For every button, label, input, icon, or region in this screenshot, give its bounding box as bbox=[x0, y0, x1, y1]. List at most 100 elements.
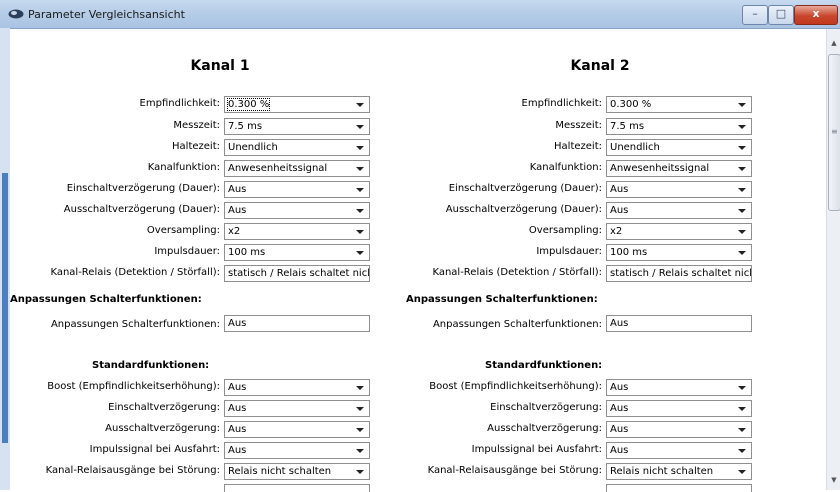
scrollbar-thumb[interactable]: ≡ bbox=[828, 54, 840, 211]
vertical-scrollbar[interactable]: ▲ ≡ ▼ bbox=[826, 29, 840, 490]
ch2-hold-time-label: Haltezeit: bbox=[554, 141, 602, 152]
ch1-pulse-exit-value: Aus bbox=[228, 445, 247, 456]
ch1-hold-time-select[interactable]: Unendlich bbox=[224, 139, 370, 156]
ch2-std-on-delay-value: Aus bbox=[610, 403, 629, 414]
ch1-pulse-duration-label: Impulsdauer: bbox=[154, 246, 220, 257]
minimize-button[interactable]: – bbox=[742, 5, 768, 25]
ch2-channel-function-value: Anwesenheitssignal bbox=[610, 163, 710, 174]
ch1-off-delay-label: Ausschaltverzögerung (Dauer): bbox=[63, 204, 220, 215]
chevron-down-icon bbox=[356, 449, 364, 453]
ch2-relay-outputs-label: Kanal-Relaisausgänge bei Störung: bbox=[427, 465, 602, 476]
ch2-relay-outputs-select[interactable]: Relais nicht schalten bbox=[606, 463, 752, 480]
chevron-down-icon bbox=[738, 209, 746, 213]
chevron-down-icon bbox=[356, 167, 364, 171]
ch2-adaptations-value: Aus bbox=[610, 318, 629, 329]
chevron-down-icon bbox=[356, 103, 364, 107]
ch1-adaptations-field[interactable]: Aus bbox=[224, 315, 370, 332]
ch2-adaptations-label: Anpassungen Schalterfunktionen: bbox=[432, 319, 602, 330]
chevron-down-icon bbox=[738, 449, 746, 453]
ch1-boost-label: Boost (Empfindlichkeitserhöhung): bbox=[47, 381, 220, 392]
ch1-measure-time-label: Messzeit: bbox=[173, 120, 220, 131]
ch1-pulse-duration-value: 100 ms bbox=[228, 247, 266, 258]
ch1-oversampling-select[interactable]: x2 bbox=[224, 223, 370, 240]
app-eye-icon bbox=[8, 9, 24, 19]
maximize-button[interactable]: □ bbox=[768, 5, 794, 25]
chevron-down-icon bbox=[356, 386, 364, 390]
ch2-relay-label: Kanal-Relais (Detektion / Störfall): bbox=[432, 267, 602, 278]
ch2-sensitivity-label: Empfindlichkeit: bbox=[521, 98, 602, 109]
ch1-relay-outputs-select[interactable]: Relais nicht schalten bbox=[224, 463, 370, 480]
ch2-next-field-partial[interactable] bbox=[606, 484, 752, 492]
ch1-channel-function-label: Kanalfunktion: bbox=[147, 162, 220, 173]
chevron-down-icon bbox=[738, 230, 746, 234]
scroll-up-arrow-icon[interactable]: ▲ bbox=[827, 39, 840, 47]
chevron-down-icon bbox=[356, 209, 364, 213]
ch2-hold-time-value: Unendlich bbox=[610, 142, 660, 153]
ch2-measure-time-select[interactable]: 7.5 ms bbox=[606, 118, 752, 135]
ch1-hold-time-label: Haltezeit: bbox=[172, 141, 220, 152]
chevron-down-icon bbox=[738, 428, 746, 432]
chevron-down-icon bbox=[356, 470, 364, 474]
chevron-down-icon bbox=[738, 251, 746, 255]
ch2-on-delay-label: Einschaltverzögerung (Dauer): bbox=[448, 183, 602, 194]
ch2-boost-value: Aus bbox=[610, 382, 629, 393]
ch1-standard-section: Standardfunktionen: bbox=[92, 360, 210, 371]
window-title: Parameter Vergleichsansicht bbox=[28, 8, 185, 21]
ch1-sensitivity-value: 0.300 % bbox=[226, 98, 271, 111]
ch1-boost-select[interactable]: Aus bbox=[224, 379, 370, 396]
ch1-pulse-duration-select[interactable]: 100 ms bbox=[224, 244, 370, 261]
ch2-std-on-delay-label: Einschaltverzögerung: bbox=[490, 402, 602, 413]
chevron-down-icon bbox=[738, 125, 746, 129]
ch2-boost-label: Boost (Empfindlichkeitserhöhung): bbox=[429, 381, 602, 392]
ch1-std-off-delay-select[interactable]: Aus bbox=[224, 421, 370, 438]
ch1-sensitivity-label: Empfindlichkeit: bbox=[139, 98, 220, 109]
ch1-measure-time-select[interactable]: 7.5 ms bbox=[224, 118, 370, 135]
chevron-down-icon bbox=[356, 428, 364, 432]
ch2-channel-function-label: Kanalfunktion: bbox=[529, 162, 602, 173]
ch1-relay-field[interactable]: statisch / Relais schaltet nicht bbox=[224, 265, 370, 282]
ch1-pulse-exit-select[interactable]: Aus bbox=[224, 442, 370, 459]
ch2-channel-function-select[interactable]: Anwesenheitssignal bbox=[606, 160, 752, 177]
ch1-oversampling-label: Oversampling: bbox=[146, 225, 220, 236]
chevron-down-icon bbox=[356, 146, 364, 150]
scroll-down-arrow-icon[interactable]: ▼ bbox=[827, 476, 840, 484]
close-button[interactable]: x bbox=[794, 5, 838, 25]
chevron-down-icon bbox=[356, 251, 364, 255]
ch2-relay-field[interactable]: statisch / Relais schaltet nicht bbox=[606, 265, 752, 282]
ch2-pulse-duration-select[interactable]: 100 ms bbox=[606, 244, 752, 261]
ch2-oversampling-value: x2 bbox=[610, 226, 623, 237]
ch1-relay-label: Kanal-Relais (Detektion / Störfall): bbox=[50, 267, 220, 278]
ch1-std-off-delay-value: Aus bbox=[228, 424, 247, 435]
ch2-std-off-delay-value: Aus bbox=[610, 424, 629, 435]
ch1-channel-function-select[interactable]: Anwesenheitssignal bbox=[224, 160, 370, 177]
ch1-next-field-partial[interactable] bbox=[224, 484, 370, 492]
ch2-off-delay-select[interactable]: Aus bbox=[606, 202, 752, 219]
ch2-on-delay-select[interactable]: Aus bbox=[606, 181, 752, 198]
ch2-std-off-delay-select[interactable]: Aus bbox=[606, 421, 752, 438]
ch2-standard-section: Standardfunktionen: bbox=[485, 360, 603, 371]
ch2-std-on-delay-select[interactable]: Aus bbox=[606, 400, 752, 417]
ch2-hold-time-select[interactable]: Unendlich bbox=[606, 139, 752, 156]
ch2-oversampling-label: Oversampling: bbox=[528, 225, 602, 236]
ch2-sensitivity-select[interactable]: 0.300 % bbox=[606, 96, 752, 113]
ch2-pulse-exit-select[interactable]: Aus bbox=[606, 442, 752, 459]
chevron-down-icon bbox=[738, 167, 746, 171]
comparison-panel: Kanal 1 Empfindlichkeit: 0.300 % Messzei… bbox=[10, 29, 826, 492]
ch1-on-delay-select[interactable]: Aus bbox=[224, 181, 370, 198]
ch1-relay-outputs-label: Kanal-Relaisausgänge bei Störung: bbox=[45, 465, 220, 476]
chevron-down-icon bbox=[738, 103, 746, 107]
ch1-relay-value: statisch / Relais schaltet nicht bbox=[228, 268, 370, 279]
ch1-adaptations-section: Anpassungen Schalterfunktionen: bbox=[10, 294, 202, 305]
ch1-std-on-delay-select[interactable]: Aus bbox=[224, 400, 370, 417]
ch2-boost-select[interactable]: Aus bbox=[606, 379, 752, 396]
ch1-channel-function-value: Anwesenheitssignal bbox=[228, 163, 328, 174]
ch2-relay-outputs-value: Relais nicht schalten bbox=[610, 466, 714, 477]
ch1-sensitivity-select[interactable]: 0.300 % bbox=[224, 96, 370, 113]
ch1-on-delay-value: Aus bbox=[228, 184, 247, 195]
ch1-off-delay-select[interactable]: Aus bbox=[224, 202, 370, 219]
channel-1-heading: Kanal 1 bbox=[190, 58, 250, 74]
ch2-measure-time-value: 7.5 ms bbox=[610, 121, 645, 132]
ch2-adaptations-field[interactable]: Aus bbox=[606, 315, 752, 332]
ch2-oversampling-select[interactable]: x2 bbox=[606, 223, 752, 240]
chevron-down-icon bbox=[356, 407, 364, 411]
